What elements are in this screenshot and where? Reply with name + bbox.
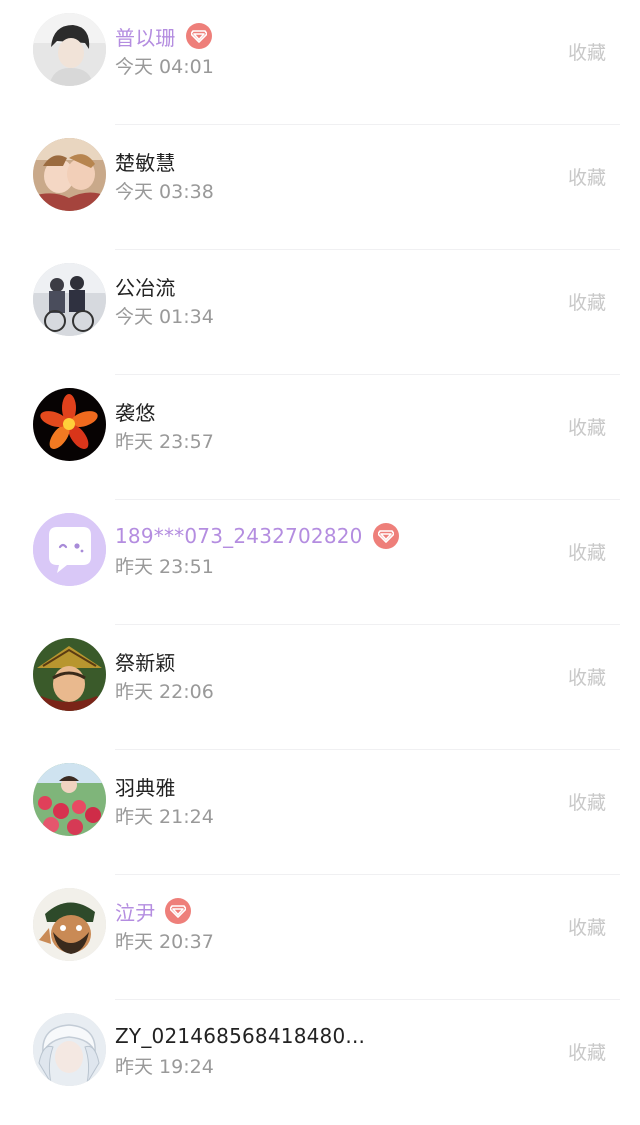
portrait-icon [33, 1013, 106, 1086]
contact-row[interactable]: 袭悠 昨天 23:57 收藏 [0, 375, 640, 500]
contact-name: ZY_021468568418480... [115, 1024, 366, 1048]
avatar[interactable] [33, 763, 106, 836]
favorite-button[interactable]: 收藏 [568, 288, 606, 315]
favorite-button[interactable]: 收藏 [568, 538, 606, 565]
contact-name: 袭悠 [115, 400, 156, 425]
contact-name: 羽典雅 [115, 775, 176, 800]
avatar[interactable] [33, 388, 106, 461]
contact-row[interactable]: 普以珊 今天 04:01 收藏 [0, 0, 640, 125]
portrait-icon [33, 263, 106, 336]
favorite-button[interactable]: 收藏 [568, 163, 606, 190]
contact-time: 今天 01:34 [115, 306, 214, 328]
name-line: 羽典雅 [115, 772, 176, 800]
favorite-button[interactable]: 收藏 [568, 38, 606, 65]
favorite-button[interactable]: 收藏 [568, 788, 606, 815]
contact-time: 昨天 19:24 [115, 1056, 214, 1078]
contact-time: 昨天 23:57 [115, 431, 214, 453]
name-line: 袭悠 [115, 397, 155, 425]
contact-name: 楚敏慧 [115, 150, 176, 175]
vip-diamond-icon [165, 898, 192, 924]
name-line: 普以珊 [115, 22, 212, 50]
contact-time: 昨天 22:06 [115, 681, 214, 703]
name-line: 祭新颖 [115, 647, 176, 675]
contact-time: 昨天 23:51 [115, 556, 214, 578]
contact-row[interactable]: 泣尹 昨天 20:37 收藏 [0, 875, 640, 1000]
contact-row[interactable]: 公冶流 今天 01:34 收藏 [0, 250, 640, 375]
chat-bubble-icon [33, 513, 106, 586]
portrait-icon [33, 638, 106, 711]
contact-row[interactable]: 楚敏慧 今天 03:38 收藏 [0, 125, 640, 250]
contact-list: 普以珊 今天 04:01 收藏 楚敏慧 今天 03:38 收藏 公冶流 今天 0… [0, 0, 640, 1087]
contact-time: 昨天 20:37 [115, 931, 214, 953]
name-line: 189***073_2432702820 [115, 522, 399, 550]
name-line: ZY_021468568418480... [115, 1022, 365, 1050]
contact-name: 189***073_2432702820 [115, 524, 363, 548]
avatar[interactable] [33, 13, 106, 86]
contact-time: 今天 04:01 [115, 56, 214, 78]
contact-name: 普以珊 [115, 25, 176, 50]
avatar[interactable] [33, 888, 106, 961]
avatar[interactable] [33, 638, 106, 711]
avatar[interactable] [33, 138, 106, 211]
contact-name: 公冶流 [115, 275, 176, 300]
contact-name: 祭新颖 [115, 650, 176, 675]
portrait-icon [33, 763, 106, 836]
favorite-button[interactable]: 收藏 [568, 913, 606, 940]
contact-name: 泣尹 [115, 900, 156, 925]
vip-diamond-icon [372, 523, 399, 549]
name-line: 楚敏慧 [115, 147, 176, 175]
contact-time: 今天 03:38 [115, 181, 214, 203]
favorite-button[interactable]: 收藏 [568, 1038, 606, 1065]
favorite-button[interactable]: 收藏 [568, 663, 606, 690]
avatar[interactable] [33, 513, 106, 586]
flower-icon [33, 388, 106, 461]
avatar[interactable] [33, 263, 106, 336]
portrait-icon [33, 13, 106, 86]
contact-time: 昨天 21:24 [115, 806, 214, 828]
name-line: 公冶流 [115, 272, 176, 300]
portrait-icon [33, 138, 106, 211]
favorite-button[interactable]: 收藏 [568, 413, 606, 440]
name-line: 泣尹 [115, 897, 192, 925]
vip-diamond-icon [185, 23, 212, 49]
contact-row[interactable]: 羽典雅 昨天 21:24 收藏 [0, 750, 640, 875]
contact-row[interactable]: 189***073_2432702820 昨天 23:51 收藏 [0, 500, 640, 625]
avatar[interactable] [33, 1013, 106, 1086]
portrait-icon [33, 888, 106, 961]
contact-row[interactable]: ZY_021468568418480... 昨天 19:24 收藏 [0, 1000, 640, 1125]
contact-row[interactable]: 祭新颖 昨天 22:06 收藏 [0, 625, 640, 750]
